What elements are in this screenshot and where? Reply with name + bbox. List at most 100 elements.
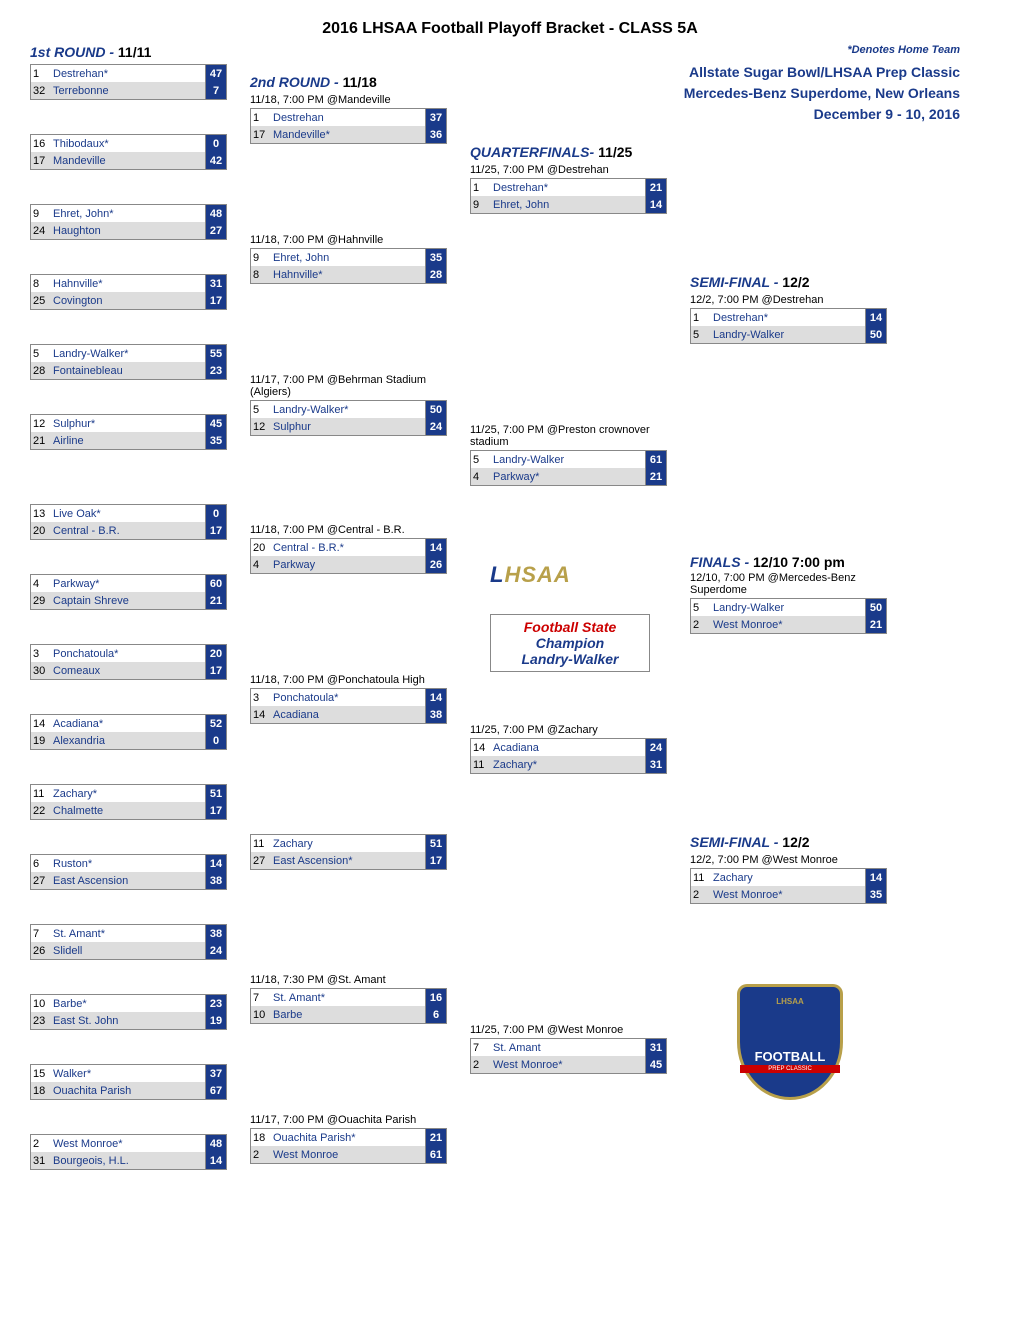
- team-row: 12 Sulphur 24: [251, 418, 446, 435]
- team-row: 31 Bourgeois, H.L. 14: [31, 1152, 226, 1169]
- team-row: 20 Central - B.R.* 14: [251, 539, 446, 556]
- qf-game: 7 St. Amant 31 2 West Monroe* 45: [470, 1038, 667, 1074]
- sf-game: 11 Zachary 14 2 West Monroe* 35: [690, 868, 887, 904]
- prep-classic-badge: LHSAA FOOTBALL PREP CLASSIC: [730, 984, 850, 1114]
- game-info: 11/25, 7:00 PM @Preston crownover stadiu…: [470, 424, 665, 448]
- r2-game: 5 Landry-Walker* 50 12 Sulphur 24: [250, 400, 447, 436]
- team-row: 14 Acadiana 38: [251, 706, 446, 723]
- r2-game: 9 Ehret, John 35 8 Hahnville* 28: [250, 248, 447, 284]
- team-row: 25 Covington 17: [31, 292, 226, 309]
- team-row: 5 Landry-Walker 50: [691, 326, 886, 343]
- qf-game: 14 Acadiana 24 11 Zachary* 31: [470, 738, 667, 774]
- team-row: 8 Hahnville* 28: [251, 266, 446, 283]
- team-row: 10 Barbe* 23: [31, 995, 226, 1012]
- r1-game: 14 Acadiana* 52 19 Alexandria 0: [30, 714, 227, 750]
- team-row: 22 Chalmette 17: [31, 802, 226, 819]
- team-row: 4 Parkway* 60: [31, 575, 226, 592]
- team-row: 4 Parkway 26: [251, 556, 446, 573]
- team-row: 14 Acadiana* 52: [31, 715, 226, 732]
- lhsaa-logo: LHSAA: [470, 544, 620, 604]
- game-info: 11/25, 7:00 PM @Zachary: [470, 724, 665, 736]
- game-info: 12/2, 7:00 PM @Destrehan: [690, 294, 885, 306]
- round2-header: 2nd ROUND - 11/18: [250, 74, 377, 90]
- team-row: 17 Mandeville 42: [31, 152, 226, 169]
- team-row: 14 Acadiana 24: [471, 739, 666, 756]
- game-info: 12/2, 7:00 PM @West Monroe: [690, 854, 885, 866]
- game-info: 11/18, 7:00 PM @Hahnville: [250, 234, 445, 246]
- team-row: 11 Zachary* 51: [31, 785, 226, 802]
- team-row: 20 Central - B.R. 17: [31, 522, 226, 539]
- r1-game: 6 Ruston* 14 27 East Ascension 38: [30, 854, 227, 890]
- round1-header: 1st ROUND - 11/11: [30, 44, 151, 60]
- team-row: 9 Ehret, John 14: [471, 196, 666, 213]
- r1-game: 1 Destrehan* 47 32 Terrebonne 7: [30, 64, 227, 100]
- r1-game: 3 Ponchatoula* 20 30 Comeaux 17: [30, 644, 227, 680]
- team-row: 24 Haughton 27: [31, 222, 226, 239]
- game-info: 11/18, 7:00 PM @Ponchatoula High: [250, 674, 445, 686]
- r1-game: 10 Barbe* 23 23 East St. John 19: [30, 994, 227, 1030]
- bracket-container: 1st ROUND - 11/11 *Denotes Home Team All…: [30, 44, 990, 1224]
- team-row: 3 Ponchatoula* 14: [251, 689, 446, 706]
- team-row: 27 East Ascension 38: [31, 872, 226, 889]
- team-row: 32 Terrebonne 7: [31, 82, 226, 99]
- finals-header: FINALS - 12/10 7:00 pm: [690, 554, 845, 570]
- game-info: 12/10, 7:00 PM @Mercedes-Benz Superdome: [690, 572, 885, 596]
- team-row: 11 Zachary 51: [251, 835, 446, 852]
- qf-game: 1 Destrehan* 21 9 Ehret, John 14: [470, 178, 667, 214]
- game-info: 11/18, 7:00 PM @Mandeville: [250, 94, 445, 106]
- page-title: 2016 LHSAA Football Playoff Bracket - CL…: [30, 20, 990, 38]
- team-row: 2 West Monroe* 48: [31, 1135, 226, 1152]
- r1-game: 5 Landry-Walker* 55 28 Fontainebleau 23: [30, 344, 227, 380]
- team-row: 10 Barbe 6: [251, 1006, 446, 1023]
- team-row: 3 Ponchatoula* 20: [31, 645, 226, 662]
- sf1-header: SEMI-FINAL - 12/2: [690, 274, 810, 290]
- team-row: 2 West Monroe* 35: [691, 886, 886, 903]
- team-row: 9 Ehret, John 35: [251, 249, 446, 266]
- team-row: 23 East St. John 19: [31, 1012, 226, 1029]
- team-row: 16 Thibodaux* 0: [31, 135, 226, 152]
- team-row: 29 Captain Shreve 21: [31, 592, 226, 609]
- team-row: 2 West Monroe* 45: [471, 1056, 666, 1073]
- team-row: 19 Alexandria 0: [31, 732, 226, 749]
- team-row: 11 Zachary 14: [691, 869, 886, 886]
- r1-game: 12 Sulphur* 45 21 Airline 35: [30, 414, 227, 450]
- team-row: 5 Landry-Walker 50: [691, 599, 886, 616]
- qf-game: 5 Landry-Walker 61 4 Parkway* 21: [470, 450, 667, 486]
- team-row: 4 Parkway* 21: [471, 468, 666, 485]
- team-row: 7 St. Amant* 38: [31, 925, 226, 942]
- team-row: 28 Fontainebleau 23: [31, 362, 226, 379]
- r2-game: 18 Ouachita Parish* 21 2 West Monroe 61: [250, 1128, 447, 1164]
- game-info: 11/18, 7:30 PM @St. Amant: [250, 974, 445, 986]
- team-row: 18 Ouachita Parish 67: [31, 1082, 226, 1099]
- game-info: 11/18, 7:00 PM @Central - B.R.: [250, 524, 445, 536]
- r2-game: 20 Central - B.R.* 14 4 Parkway 26: [250, 538, 447, 574]
- team-row: 5 Landry-Walker* 50: [251, 401, 446, 418]
- team-row: 17 Mandeville* 36: [251, 126, 446, 143]
- r1-game: 16 Thibodaux* 0 17 Mandeville 42: [30, 134, 227, 170]
- final-game: 5 Landry-Walker 50 2 West Monroe* 21: [690, 598, 887, 634]
- team-row: 18 Ouachita Parish* 21: [251, 1129, 446, 1146]
- team-row: 8 Hahnville* 31: [31, 275, 226, 292]
- team-row: 7 St. Amant* 16: [251, 989, 446, 1006]
- r1-game: 2 West Monroe* 48 31 Bourgeois, H.L. 14: [30, 1134, 227, 1170]
- r1-game: 15 Walker* 37 18 Ouachita Parish 67: [30, 1064, 227, 1100]
- team-row: 9 Ehret, John* 48: [31, 205, 226, 222]
- team-row: 2 West Monroe 61: [251, 1146, 446, 1163]
- event-info: Allstate Sugar Bowl/LHSAA Prep Classic M…: [684, 62, 960, 125]
- team-row: 6 Ruston* 14: [31, 855, 226, 872]
- team-row: 2 West Monroe* 21: [691, 616, 886, 633]
- team-row: 1 Destrehan* 21: [471, 179, 666, 196]
- team-row: 12 Sulphur* 45: [31, 415, 226, 432]
- team-row: 13 Live Oak* 0: [31, 505, 226, 522]
- team-row: 5 Landry-Walker 61: [471, 451, 666, 468]
- finals-column: 12/10, 7:00 PM @Mercedes-Benz Superdome …: [690, 572, 887, 638]
- champion-box: Football State Champion Landry-Walker: [490, 614, 650, 672]
- r2-game: 11 Zachary 51 27 East Ascension* 17: [250, 834, 447, 870]
- game-info: 11/25, 7:00 PM @West Monroe: [470, 1024, 665, 1036]
- r1-game: 8 Hahnville* 31 25 Covington 17: [30, 274, 227, 310]
- sf2-header: SEMI-FINAL - 12/2: [690, 834, 810, 850]
- r2-game: 1 Destrehan 37 17 Mandeville* 36: [250, 108, 447, 144]
- r2-game: 7 St. Amant* 16 10 Barbe 6: [250, 988, 447, 1024]
- r1-game: 11 Zachary* 51 22 Chalmette 17: [30, 784, 227, 820]
- r1-game: 9 Ehret, John* 48 24 Haughton 27: [30, 204, 227, 240]
